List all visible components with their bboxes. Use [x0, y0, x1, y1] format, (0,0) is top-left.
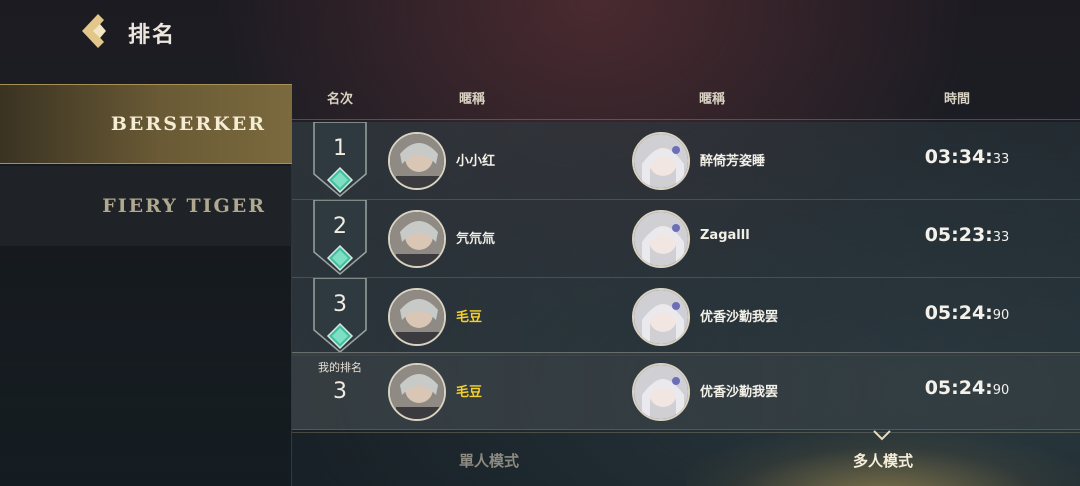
- clear-time: 03:34:33: [924, 146, 1010, 168]
- tab-single-mode[interactable]: 單人模式: [292, 433, 686, 486]
- player-nickname: 氕氘氚: [456, 232, 496, 247]
- clear-time: 05:24:90: [924, 377, 1010, 399]
- partner-avatar: [632, 288, 690, 346]
- clear-time: 05:24:90: [924, 302, 1010, 324]
- sidebar: BERSERKER FIERY TIGER: [0, 84, 292, 486]
- player-avatar: [388, 132, 446, 190]
- partner-nickname: 优香沙勤我罢: [700, 310, 779, 325]
- rank-number: 2: [333, 214, 347, 239]
- mode-tabs: 單人模式 多人模式: [292, 430, 1080, 486]
- header-bar: 排名: [0, 0, 1080, 62]
- back-chevron-icon[interactable]: [76, 12, 112, 50]
- clear-time: 05:23:33: [924, 224, 1010, 246]
- my-rank-number: 3: [333, 379, 347, 404]
- player-nickname: 毛豆: [456, 385, 483, 400]
- sidebar-item-fiery-tiger[interactable]: FIERY TIGER: [0, 166, 292, 246]
- player-nickname: 毛豆: [456, 310, 483, 325]
- player-avatar: [388, 288, 446, 346]
- table-row: 2 氕氘氚 Zagalll 05:23:33: [292, 200, 1080, 278]
- player-avatar: [388, 210, 446, 268]
- column-header-rank: 名次: [326, 92, 353, 107]
- ranking-table: 名次 暱稱 暱稱 時間 1 小小红 醉倚芳姿睡 03:34:33 2 氕氘氚 Z…: [292, 84, 1080, 432]
- rank-number: 3: [333, 292, 347, 317]
- table-row: 1 小小红 醉倚芳姿睡 03:34:33: [292, 122, 1080, 200]
- rank-badge-icon: [313, 200, 367, 275]
- column-header-nickname-2: 暱稱: [698, 92, 725, 107]
- partner-nickname: Zagalll: [700, 228, 750, 243]
- table-row: 3 毛豆 优香沙勤我罢 05:24:90: [292, 278, 1080, 356]
- partner-avatar: [632, 210, 690, 268]
- player-avatar: [388, 363, 446, 421]
- partner-avatar: [632, 363, 690, 421]
- my-rank-label: 我的排名: [318, 361, 362, 374]
- rank-badge-icon: [313, 122, 367, 197]
- partner-nickname: 优香沙勤我罢: [700, 385, 779, 400]
- sidebar-item-label: FIERY TIGER: [102, 195, 266, 217]
- active-tab-marker-icon: [873, 430, 891, 441]
- my-rank-row: 我的排名 3 毛豆 优香沙勤我罢 05:24:90: [292, 352, 1080, 430]
- column-header-time: 時間: [943, 92, 970, 107]
- rank-number: 1: [333, 136, 347, 161]
- partner-nickname: 醉倚芳姿睡: [700, 154, 766, 169]
- partner-avatar: [632, 132, 690, 190]
- column-header-nickname-1: 暱稱: [458, 92, 485, 107]
- sidebar-item-label: BERSERKER: [110, 113, 266, 135]
- sidebar-item-berserker[interactable]: BERSERKER: [0, 84, 292, 164]
- page-title: 排名: [128, 23, 177, 48]
- rank-badge-icon: [313, 278, 367, 353]
- player-nickname: 小小红: [456, 154, 496, 169]
- table-header: 名次 暱稱 暱稱 時間: [292, 84, 1080, 120]
